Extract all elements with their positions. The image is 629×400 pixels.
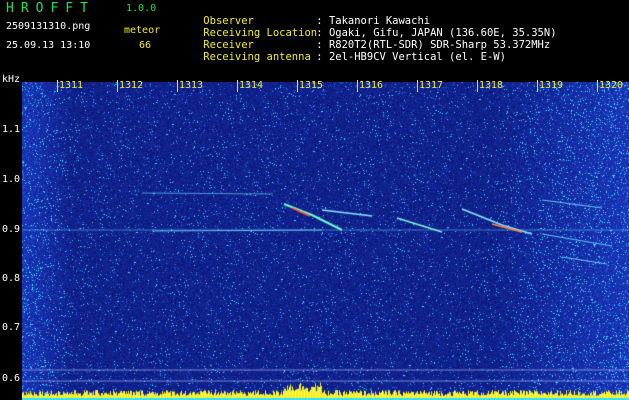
time-tick-mark: [537, 80, 538, 92]
time-tick-mark: [477, 80, 478, 92]
time-tick-label: 1316: [359, 80, 384, 91]
time-tick-mark: [417, 80, 418, 92]
time-tick-mark: [357, 80, 358, 92]
frequency-tick-label: 1.0: [2, 174, 21, 185]
spectrogram-plot: [22, 82, 629, 400]
time-tick-mark: [237, 80, 238, 92]
capture-datetime: 25.09.13 13:10: [6, 40, 91, 51]
time-tick-label: 1318: [479, 80, 504, 91]
time-tick-label: 1320: [599, 80, 624, 91]
time-tick-label: 1314: [239, 80, 264, 91]
time-tick-mark: [57, 80, 58, 92]
time-tick-mark: [597, 80, 598, 92]
info-antenna: Receiving antenna : 2el-HB9CV Vertical (e…: [178, 39, 506, 75]
time-tick-label: 1317: [419, 80, 444, 91]
info-value: : 2el-HB9CV Vertical (el. E-W): [316, 51, 506, 63]
time-tick-label: 1313: [179, 80, 204, 91]
frequency-tick-label: 0.9: [2, 224, 21, 235]
meteor-count: 66: [139, 40, 152, 51]
time-tick-label: 1315: [299, 80, 324, 91]
meteor-label: meteor: [124, 25, 161, 36]
time-tick-label: 1311: [59, 80, 84, 91]
hrofft-window: HROFFT 1.0.0 2509131310.png 25.09.13 13:…: [0, 0, 629, 400]
time-tick-mark: [177, 80, 178, 92]
info-key: Receiving antenna: [203, 51, 311, 63]
app-version: 1.0.0: [126, 3, 157, 14]
time-axis: 1311 1312 1313 1314 1315 1316 1317 1318 …: [0, 80, 629, 92]
app-brand: HROFFT: [6, 1, 95, 16]
frequency-tick-label: 1.1: [2, 124, 21, 135]
time-tick-label: 1312: [119, 80, 144, 91]
frequency-tick-label: 0.8: [2, 273, 21, 284]
file-name: 2509131310.png: [6, 21, 91, 32]
time-tick-label: 1319: [539, 80, 564, 91]
time-tick-mark: [297, 80, 298, 92]
time-tick-mark: [117, 80, 118, 92]
frequency-tick-label: 0.7: [2, 322, 21, 333]
frequency-tick-label: 0.6: [2, 373, 21, 384]
